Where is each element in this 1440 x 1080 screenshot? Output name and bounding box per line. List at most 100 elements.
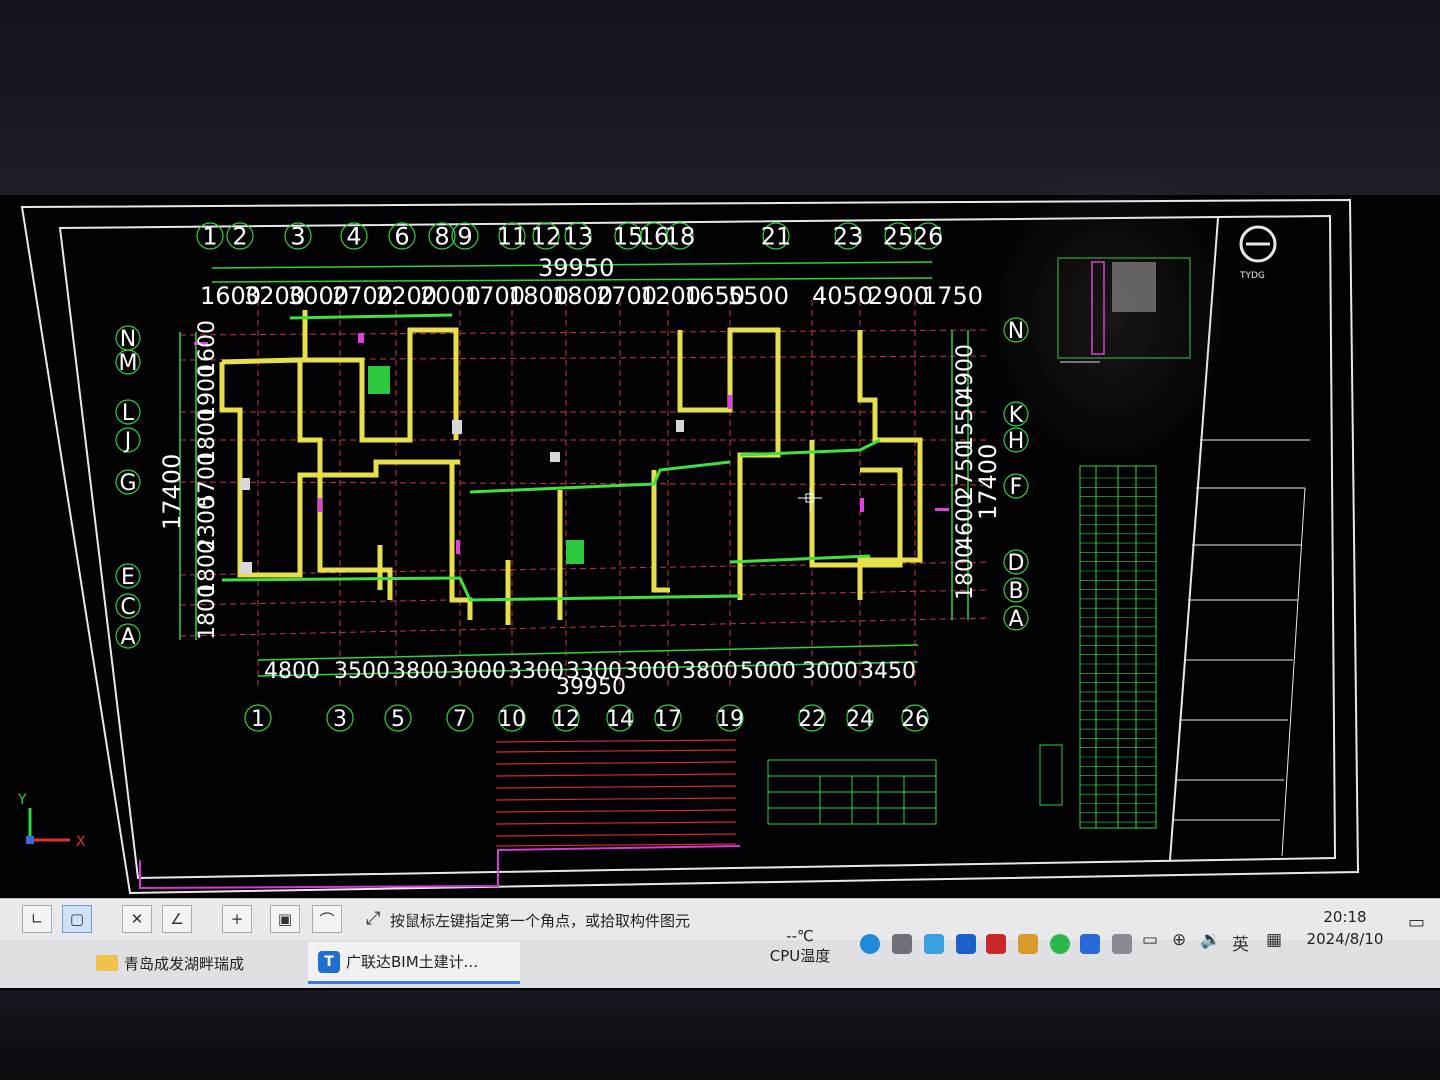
notification-icon[interactable]: ▭ bbox=[1408, 912, 1425, 933]
taskbar-item-glodon[interactable]: T 广联达BIM土建计... bbox=[308, 942, 520, 984]
axis-bubble: 11 bbox=[497, 222, 527, 251]
printer-tray-icon[interactable] bbox=[892, 934, 912, 954]
axis-bubble: 1 bbox=[196, 222, 224, 251]
windows-taskbar: 青岛成发湖畔瑞成 T 广联达BIM土建计... --℃ CPU温度 ▭ ⊕ 🔉 … bbox=[0, 908, 1440, 988]
axis-bubble: 12 bbox=[531, 222, 562, 251]
axis-bubble: 26 bbox=[913, 222, 944, 251]
dimension-label: 3500 bbox=[334, 659, 390, 684]
command-toolbar: ∟ ▢ ✕ ∠ + ▣ ⌒ ⤢ 按鼠标左键指定第一个角点，或拾取构件图元 bbox=[0, 898, 1440, 941]
axis-label: A bbox=[1008, 607, 1023, 632]
axis-label: 4 bbox=[346, 223, 361, 251]
axis-bubble: 12 bbox=[552, 704, 580, 732]
cloud-tray-icon[interactable] bbox=[1080, 934, 1100, 954]
axis-bubble: G bbox=[115, 469, 141, 496]
dimension-label: 17400 bbox=[158, 454, 186, 530]
arc-tool-button[interactable]: ⌒ bbox=[312, 905, 342, 933]
display-tool-button[interactable]: ▣ bbox=[270, 905, 300, 933]
schedule-table bbox=[1039, 465, 1157, 829]
dimension-label: 39950 bbox=[538, 254, 614, 282]
design-notes bbox=[495, 739, 737, 847]
bottom-axis-labels: 1 3 5 7 10 12 14 17 19 22 24 26 bbox=[244, 704, 929, 732]
axis-bubble: A bbox=[1003, 605, 1029, 632]
network-icon[interactable]: ⊕ bbox=[1172, 930, 1186, 950]
ucs-x-label: X bbox=[76, 834, 86, 850]
axis-bubble: A bbox=[115, 623, 141, 650]
axis-bubble: 13 bbox=[563, 222, 594, 251]
axis-label: 12 bbox=[531, 223, 562, 251]
axis-label: J bbox=[123, 429, 132, 454]
taskbar-clock[interactable]: 20:18 2024/8/10 bbox=[1300, 906, 1390, 950]
axis-label: 3 bbox=[333, 707, 347, 732]
title-block-logo-text: TYDG bbox=[1239, 271, 1265, 281]
dimension-label: 2900 bbox=[868, 282, 929, 310]
axis-label: G bbox=[119, 471, 136, 496]
dimension-label: 1600 bbox=[195, 320, 220, 376]
axis-label: 3 bbox=[290, 223, 305, 251]
axis-label: F bbox=[1010, 475, 1023, 500]
lenovo-tray-icon[interactable] bbox=[956, 934, 976, 954]
section-detail bbox=[1057, 257, 1191, 363]
axis-label: 23 bbox=[833, 223, 864, 251]
cpu-tray-icon[interactable] bbox=[986, 934, 1006, 954]
display-tray-icon[interactable] bbox=[1112, 934, 1132, 954]
dimension-label: 2750 bbox=[953, 444, 978, 500]
cpu-temperature-label: CPU温度 bbox=[769, 947, 831, 965]
dimension-label: 3000 bbox=[802, 659, 858, 684]
ime-indicator[interactable]: 英 bbox=[1232, 930, 1249, 955]
axis-label: 19 bbox=[716, 707, 744, 732]
angle-tool-button[interactable]: ∠ bbox=[162, 905, 192, 933]
axis-label: 12 bbox=[552, 707, 580, 732]
taskbar-item-folder[interactable]: 青岛成发湖畔瑞成 bbox=[96, 942, 296, 984]
cross-select-tool-button[interactable]: ✕ bbox=[122, 905, 152, 933]
axis-label: 26 bbox=[901, 707, 929, 732]
axis-label: 21 bbox=[761, 223, 792, 251]
axis-label: 5 bbox=[391, 707, 405, 732]
axis-label: 26 bbox=[913, 223, 944, 251]
battery-icon[interactable]: ▭ bbox=[1142, 930, 1158, 950]
crosshair-cursor-icon bbox=[798, 488, 822, 512]
monitor-bezel-bottom bbox=[0, 990, 1440, 1080]
wechat-tray-icon[interactable] bbox=[1050, 934, 1070, 954]
cad-drawing-canvas[interactable]: 1 2 3 4 6 8 9 11 12 13 151618 21 23 25 26 1 3 5 7 10 12 14 17… bbox=[0, 0, 1440, 900]
axis-bubble: H bbox=[1003, 427, 1029, 454]
axis-bubble: B bbox=[1003, 577, 1029, 604]
snap-tool-button[interactable]: + bbox=[222, 905, 252, 933]
axis-bubble: 6 bbox=[388, 222, 416, 251]
axis-bubble: 22 bbox=[798, 704, 826, 732]
axis-bubble: 7 bbox=[446, 704, 474, 732]
axis-label: N bbox=[1008, 319, 1024, 344]
volume-icon[interactable]: 🔉 bbox=[1200, 930, 1221, 950]
select-box-tool-button[interactable]: ▢ bbox=[62, 905, 92, 933]
axis-label: 8 bbox=[434, 223, 449, 251]
app-tray-icon[interactable] bbox=[924, 934, 944, 954]
axis-bubble: L bbox=[115, 399, 141, 426]
clock-time: 20:18 bbox=[1323, 908, 1367, 926]
folder-icon bbox=[96, 955, 118, 971]
dimension-label: 4800 bbox=[264, 659, 320, 684]
axis-bubble: C bbox=[115, 593, 141, 620]
ime-keyboard-icon[interactable]: ▦ bbox=[1266, 930, 1282, 950]
axis-label: A bbox=[120, 625, 135, 650]
axis-bubble: 4 bbox=[340, 222, 368, 251]
axis-label: 13 bbox=[563, 223, 594, 251]
ortho-tool-button[interactable]: ∟ bbox=[22, 905, 52, 933]
axis-bubble: 3 bbox=[326, 704, 354, 732]
dimension-label: 3000 bbox=[450, 659, 506, 684]
axis-bubble: J bbox=[115, 427, 141, 454]
axis-bubble: 3 bbox=[284, 222, 312, 251]
title-block: TYDG bbox=[1172, 225, 1310, 857]
axis-label: 18 bbox=[665, 223, 696, 251]
axis-bubble: 10 bbox=[498, 704, 526, 732]
resize-arrow-icon: ⤢ bbox=[366, 908, 381, 929]
dimension-label: 1550 bbox=[953, 394, 978, 450]
cpu-temperature-widget[interactable]: --℃ CPU温度 bbox=[765, 926, 835, 966]
shield-tray-icon[interactable] bbox=[1018, 934, 1038, 954]
annotation-marks bbox=[240, 366, 684, 574]
axis-bubble: 21 bbox=[761, 222, 792, 251]
edge-tray-icon[interactable] bbox=[860, 934, 880, 954]
axis-bubble: 19 bbox=[716, 704, 744, 732]
axis-bubble: 1 bbox=[244, 704, 272, 732]
axis-label: 2 bbox=[232, 223, 247, 251]
magenta-marks bbox=[194, 333, 949, 554]
dimension-label: 1750 bbox=[922, 282, 983, 310]
